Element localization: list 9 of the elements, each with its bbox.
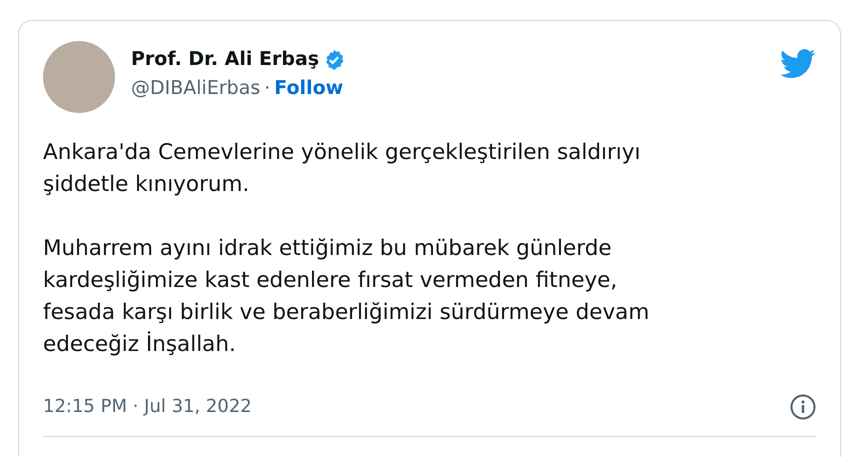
tweet-paragraph: Ankara'da Cemevlerine yönelik gerçekleştirilen saldırıyı şiddetle kınıyorum. <box>43 139 642 199</box>
author-name[interactable]: Prof. Dr. Ali Erbaş <box>131 45 320 74</box>
timestamp[interactable]: 12:15 PM · Jul 31, 2022 <box>43 393 252 420</box>
author-handle[interactable]: @DIBAliErbas <box>131 74 260 102</box>
info-icon[interactable] <box>790 394 816 420</box>
separator: · <box>264 76 270 100</box>
follow-link[interactable]: Follow <box>274 74 344 102</box>
bird-icon[interactable] <box>780 49 816 79</box>
tweet-paragraph: Muharrem ayını idrak ettiğimiz bu mübarek günlerde kardeşliğimize kast edenlere fırsat vermeden fitneye, fesada karşı birlik ve beraberliğimizi sürdürmeye devam edeceğiz İnşallah. <box>43 235 650 359</box>
